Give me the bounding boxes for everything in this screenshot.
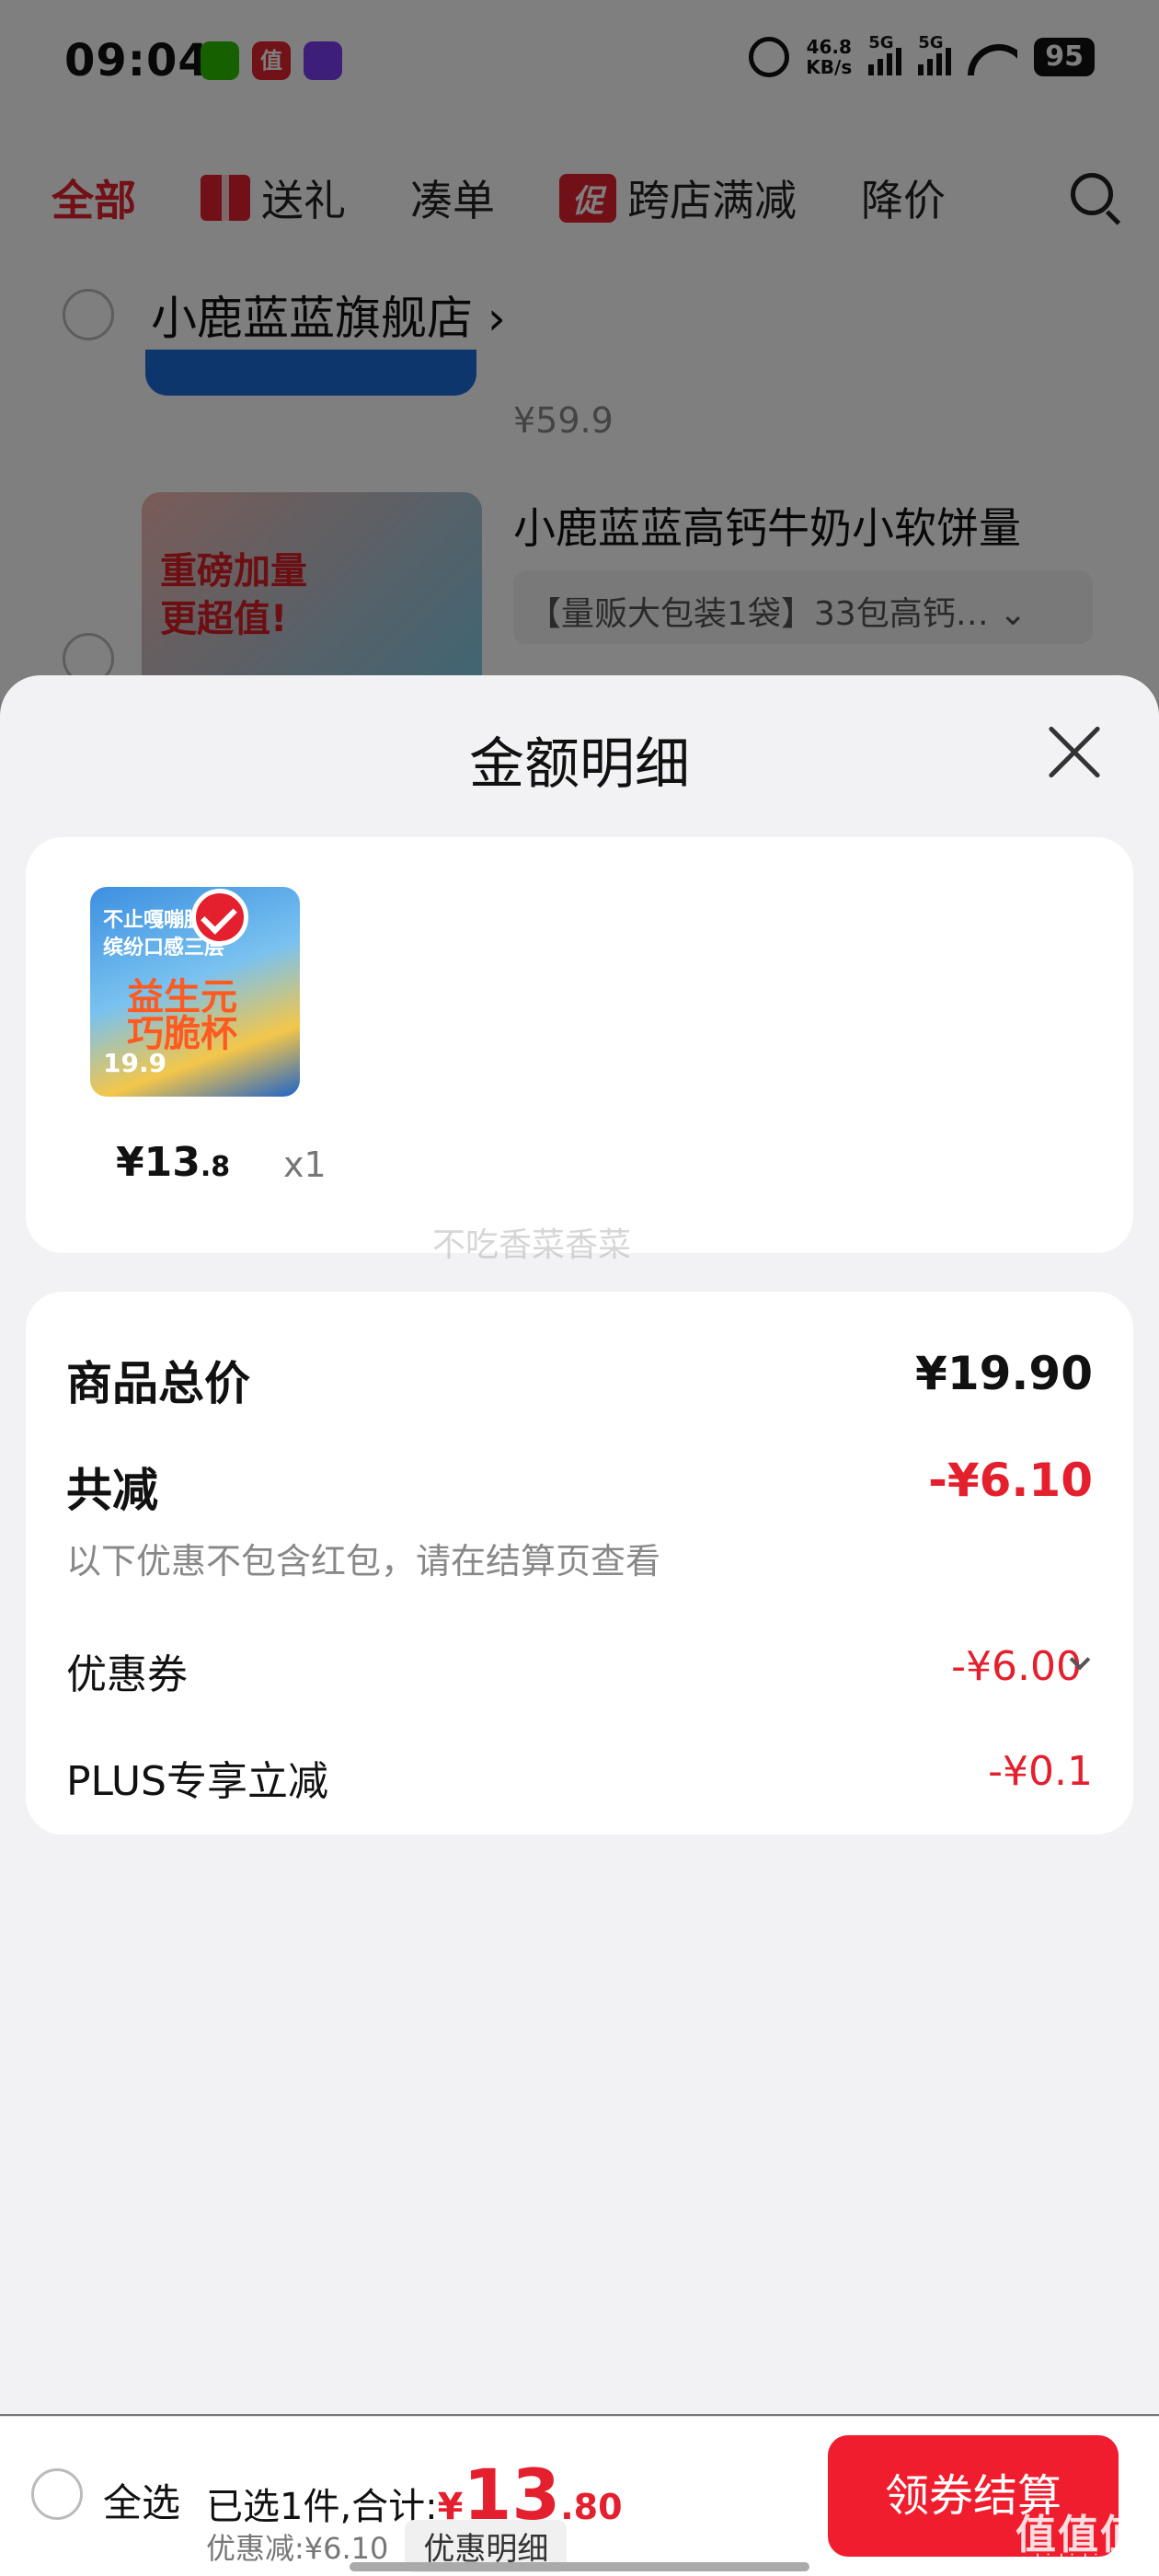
goods-total-label: 商品总价: [66, 1357, 250, 1410]
plus-discount-label: PLUS专享立减: [66, 1758, 328, 1805]
close-icon[interactable]: [1045, 723, 1104, 782]
selected-items-card: 不止嘎嘣脆 缤纷口感三层 益生元 巧脆杯 19.9 ¥13.8 x1: [26, 837, 1133, 1253]
item-price: ¥13.8: [116, 1139, 231, 1186]
check-icon: [191, 889, 248, 946]
select-all-checkbox[interactable]: [31, 2468, 83, 2520]
coupon-label: 优惠券: [66, 1651, 188, 1698]
goods-total-value: ¥19.90: [915, 1347, 1093, 1400]
price-summary-card: 商品总价 ¥19.90 共减 -¥6.10 以下优惠不包含红包，请在结算页查看 …: [26, 1292, 1133, 1834]
discount-note: 以下优惠不包含红包，请在结算页查看: [66, 1541, 661, 1581]
select-all-label[interactable]: 全选: [103, 2472, 180, 2528]
home-indicator[interactable]: [350, 2562, 809, 2571]
sheet-title: 金额明细: [469, 732, 690, 797]
total-discount-label: 共减: [66, 1464, 158, 1517]
coupon-value[interactable]: -¥6.00: [951, 1643, 1082, 1690]
item-quantity: x1: [283, 1144, 327, 1185]
amount-detail-sheet: 金额明细 不止嘎嘣脆 缤纷口感三层 益生元 巧脆杯 19.9 ¥13.8 x1 …: [0, 675, 1159, 2414]
checkout-bar: 全选 已选1件,合计: ¥ 13 .80 优惠减:¥6.10 优惠明细 领券结算…: [0, 2416, 1159, 2576]
plus-discount-value: -¥0.1: [988, 1748, 1093, 1795]
site-url-watermark: zhizhizhi.com: [1027, 2551, 1139, 2570]
total-discount-value: -¥6.10: [928, 1454, 1093, 1507]
user-watermark: 不吃香菜香菜: [432, 1226, 632, 1264]
